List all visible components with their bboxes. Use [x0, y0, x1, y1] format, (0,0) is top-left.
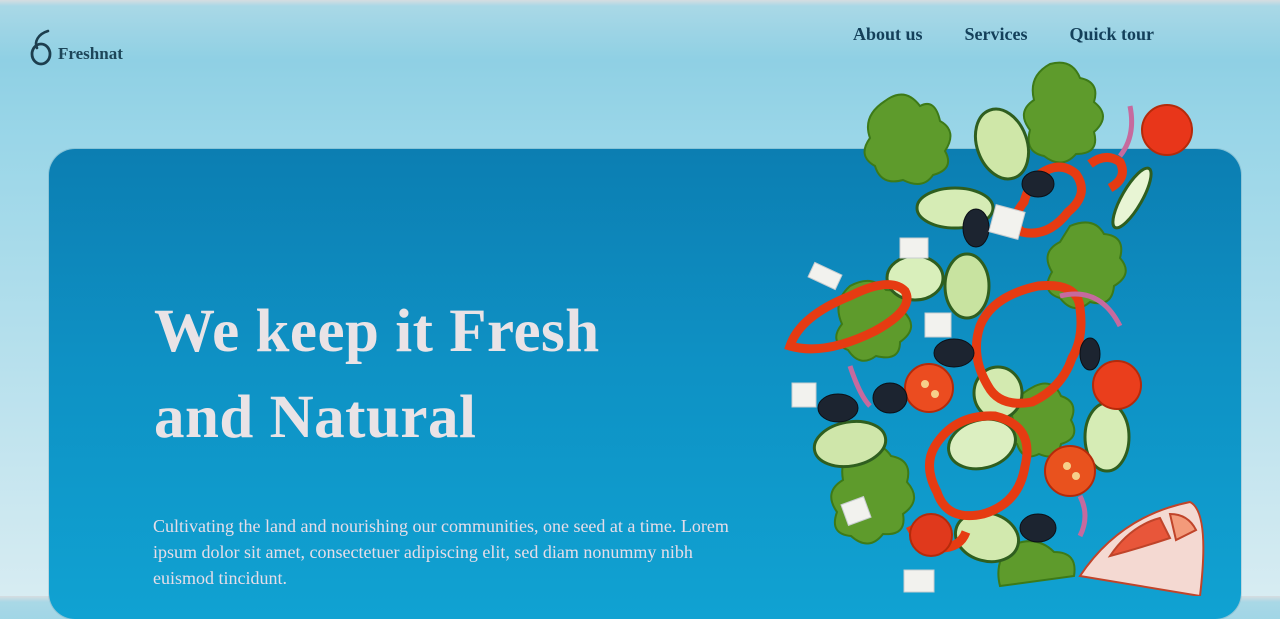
brand-logo[interactable]: Freshnat	[28, 28, 123, 68]
nav-link-quick-tour[interactable]: Quick tour	[1070, 24, 1155, 45]
salad-bowl	[1078, 500, 1205, 596]
nav-link-services[interactable]: Services	[965, 24, 1028, 45]
leaf-seed-icon	[30, 29, 52, 66]
hero-title-line-2: and Natural	[154, 384, 477, 451]
nav-link-about-us[interactable]: About us	[853, 24, 923, 45]
brand-name: Freshnat	[58, 44, 123, 63]
flying-salad-illustration	[784, 61, 1205, 596]
hero-description: Cultivating the land and nourishing our …	[153, 516, 729, 588]
main-nav: About us Services Quick tour	[853, 24, 1196, 45]
hero-title: We keep it Fresh and Natural	[154, 289, 600, 461]
hero-title-line-1: We keep it Fresh	[154, 298, 600, 365]
